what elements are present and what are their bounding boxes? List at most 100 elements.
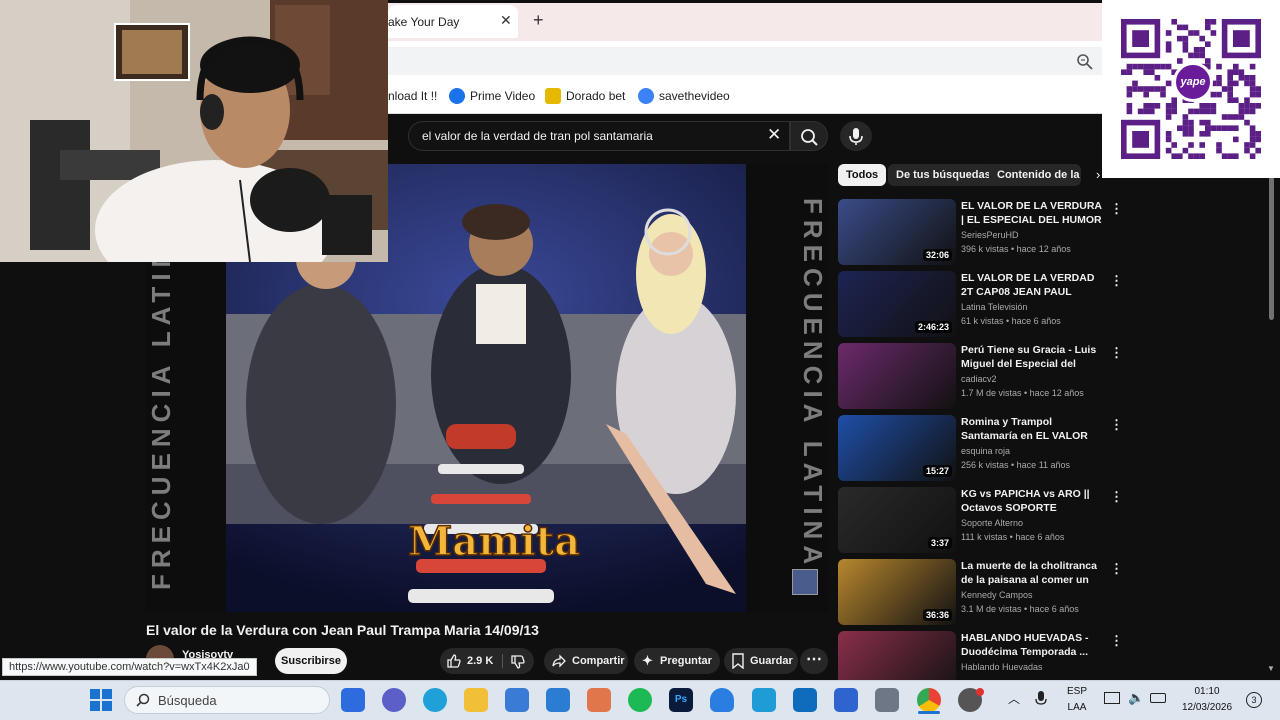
notepad-icon[interactable] xyxy=(752,688,776,712)
clock-time[interactable]: 01:10 xyxy=(1172,686,1242,697)
taskbar-search[interactable] xyxy=(124,686,330,714)
battery-icon[interactable] xyxy=(1150,693,1166,703)
recommendation-channel[interactable]: Latina Televisión xyxy=(961,302,1027,312)
recommendation-title[interactable]: La muerte de la cholitranca de la paisan… xyxy=(961,559,1103,587)
meet-icon[interactable] xyxy=(382,688,406,712)
recommendation-meta: 3.1 M de vistas • hace 6 años xyxy=(961,604,1079,614)
tray-expand-icon[interactable]: ︿ xyxy=(1008,690,1020,707)
recommendation-thumbnail[interactable]: 32:06 xyxy=(838,199,956,265)
video-overlay-text: Mamita xyxy=(407,517,581,566)
search-button[interactable] xyxy=(790,121,828,151)
recommendation-thumbnail[interactable] xyxy=(838,343,956,409)
onedrive-icon[interactable] xyxy=(710,688,734,712)
recommendation-meta: 61 k vistas • hace 6 años xyxy=(961,316,1061,326)
thumbs-up-icon[interactable] xyxy=(446,653,462,669)
bookmark-savethevideo[interactable]: savethevideo xyxy=(659,89,730,103)
recommendation-item[interactable]: 2:46:23 EL VALOR DE LA VERDAD 2T CAP08 JE… xyxy=(838,271,1123,339)
chip-content[interactable]: Contenido de la se xyxy=(989,164,1081,186)
ask-button[interactable]: ✦ Preguntar xyxy=(634,648,720,674)
recommendation-channel[interactable]: cadiacv2 xyxy=(961,374,997,384)
sparkle-icon: ✦ xyxy=(642,653,653,668)
subscribe-button[interactable]: Suscribirse xyxy=(275,648,347,674)
recommendation-channel[interactable]: Hablando Huevadas xyxy=(961,662,1043,672)
recommendation-item[interactable]: 3:37 KG vs PAPICHA vs ARO || Octavos SOPO… xyxy=(838,487,1123,555)
yape-logo: yape xyxy=(1173,62,1213,102)
notification-count[interactable]: 3 xyxy=(1246,692,1262,708)
more-options-icon[interactable]: ⋮ xyxy=(1110,201,1123,217)
more-actions-button[interactable]: ⋯ xyxy=(800,648,828,674)
video-duration: 3:37 xyxy=(927,537,952,549)
status-bar-url: https://www.youtube.com/watch?v=wxTx4K2x… xyxy=(2,658,257,676)
scrollbar-thumb[interactable] xyxy=(1269,170,1274,320)
network-icon[interactable] xyxy=(1104,692,1120,704)
more-options-icon[interactable]: ⋮ xyxy=(1110,417,1123,433)
recommendation-thumbnail[interactable]: 15:27 xyxy=(838,415,956,481)
media-player-icon[interactable] xyxy=(587,688,611,712)
chip-all[interactable]: Todos xyxy=(838,164,887,186)
calculator-icon[interactable] xyxy=(875,688,899,712)
recommendation-item[interactable]: 32:06 EL VALOR DE LA VERDURA | EL ESPECIA… xyxy=(838,199,1123,267)
more-options-icon[interactable]: ⋮ xyxy=(1110,273,1123,289)
webcam-overlay xyxy=(0,0,388,262)
more-options-icon[interactable]: ⋮ xyxy=(1110,633,1123,649)
like-count[interactable]: 2.9 K xyxy=(467,648,493,674)
video-duration: 36:36 xyxy=(922,609,952,621)
chip-from-searches[interactable]: De tus búsquedas xyxy=(888,164,999,186)
recommendation-meta: 1.7 M de vistas • hace 12 años xyxy=(961,388,1084,398)
more-options-icon[interactable]: ⋮ xyxy=(1110,345,1123,361)
calendar-icon[interactable] xyxy=(834,688,858,712)
voice-search-button[interactable] xyxy=(840,121,872,151)
bookmark-prime-video[interactable]: Prime Video xyxy=(470,89,535,103)
bookmark-download[interactable]: nload It !! xyxy=(388,89,437,103)
recommendation-channel[interactable]: esquina roja xyxy=(961,446,1010,456)
tab-close-icon[interactable]: ✕ xyxy=(500,12,512,29)
search-icon xyxy=(136,693,150,707)
outlook-icon[interactable] xyxy=(793,688,817,712)
language-bottom[interactable]: LAA xyxy=(1062,702,1092,713)
recommendation-thumbnail[interactable]: 36:36 xyxy=(838,559,956,625)
chrome-icon[interactable] xyxy=(917,688,941,712)
scrollbar[interactable]: ▼ xyxy=(1266,164,1276,674)
share-button[interactable]: Compartir xyxy=(544,648,628,674)
recommendation-title[interactable]: KG vs PAPICHA vs ARO || Octavos SOPORTE … xyxy=(961,487,1103,515)
recommendation-title[interactable]: Romina y Trampol Santamaría en EL VALOR … xyxy=(961,415,1103,443)
thumbs-down-icon[interactable] xyxy=(510,654,526,670)
more-options-icon[interactable]: ⋮ xyxy=(1110,489,1123,505)
recommendation-item[interactable]: 15:27 Romina y Trampol Santamaría en EL V… xyxy=(838,415,1123,483)
bookmark-dorado-bet[interactable]: Dorado bet xyxy=(566,89,625,103)
recommendation-title[interactable]: EL VALOR DE LA VERDURA | EL ESPECIAL DEL… xyxy=(961,199,1103,227)
microphone-tray-icon[interactable] xyxy=(1034,690,1048,708)
save-button[interactable]: Guardar xyxy=(724,648,798,674)
windows-start-icon[interactable] xyxy=(89,688,113,712)
recommendation-item[interactable]: 36:36 La muerte de la cholitranca de la p… xyxy=(838,559,1123,627)
recommendation-title[interactable]: HABLANDO HUEVADAS - Duodécima Temporada … xyxy=(961,631,1103,659)
scroll-down-icon[interactable]: ▼ xyxy=(1267,664,1275,673)
chevron-right-icon[interactable]: › xyxy=(1096,167,1100,182)
recommendation-title[interactable]: Perú Tiene su Gracia - Luis Miguel del E… xyxy=(961,343,1103,371)
language-top[interactable]: ESP xyxy=(1062,686,1092,697)
task-view-icon[interactable] xyxy=(341,688,365,712)
active-app-indicator xyxy=(918,711,940,714)
zoom-icon[interactable] xyxy=(1076,53,1094,71)
clear-search-icon[interactable]: ✕ xyxy=(767,125,781,145)
bookmark-icon xyxy=(732,653,744,669)
more-options-icon[interactable]: ⋮ xyxy=(1110,561,1123,577)
address-field[interactable] xyxy=(388,47,1102,75)
store-icon[interactable] xyxy=(505,688,529,712)
recommendation-item[interactable]: Perú Tiene su Gracia - Luis Miguel del E… xyxy=(838,343,1123,411)
volume-icon[interactable]: 🔈 xyxy=(1128,690,1144,706)
prime-video-icon xyxy=(449,88,465,104)
recommendation-channel[interactable]: SeriesPeruHD xyxy=(961,230,1019,240)
recommendation-channel[interactable]: Kennedy Campos xyxy=(961,590,1033,600)
recommendation-title[interactable]: EL VALOR DE LA VERDAD 2T CAP08 JEAN PAUL… xyxy=(961,271,1103,299)
recommendation-channel[interactable]: Soporte Alterno xyxy=(961,518,1023,528)
file-explorer-icon[interactable] xyxy=(464,688,488,712)
clock-date[interactable]: 12/03/2026 xyxy=(1172,702,1242,713)
photoshop-icon[interactable]: Ps xyxy=(669,688,693,712)
mail-icon[interactable] xyxy=(546,688,570,712)
new-tab-button[interactable]: + xyxy=(533,10,544,31)
edge-icon[interactable] xyxy=(423,688,447,712)
spotify-icon[interactable] xyxy=(628,688,652,712)
recommendation-thumbnail[interactable]: 3:37 xyxy=(838,487,956,553)
recommendation-thumbnail[interactable]: 2:46:23 xyxy=(838,271,956,337)
